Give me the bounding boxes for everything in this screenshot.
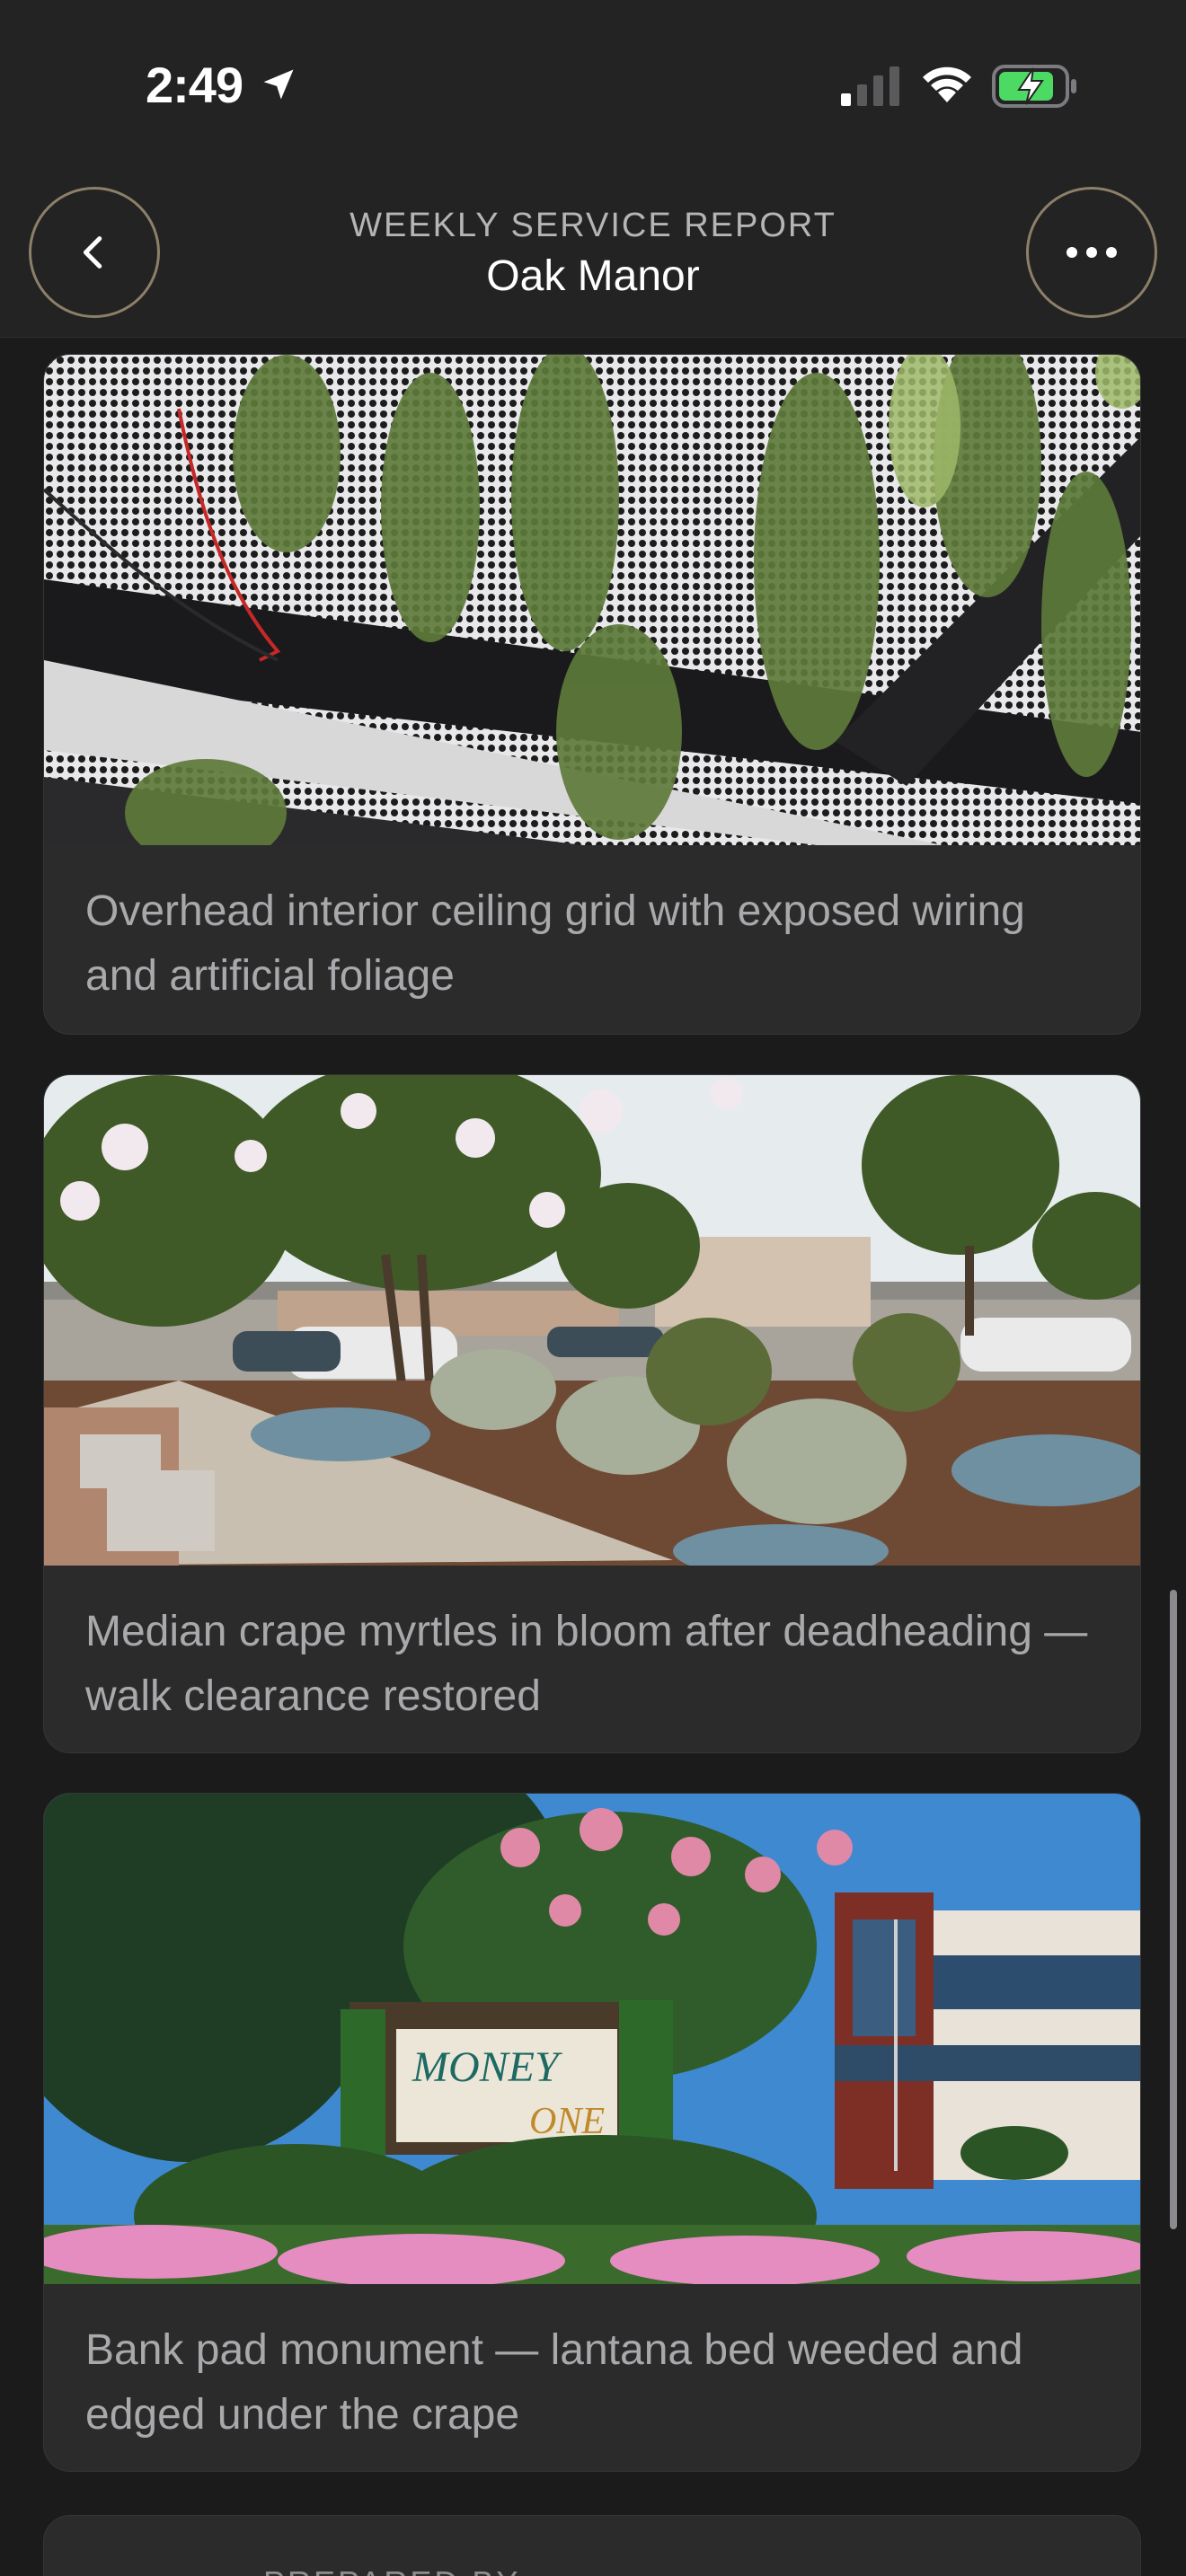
photo-crape-myrtles[interactable] <box>44 1075 1140 1566</box>
report-kicker: WEEKLY SERVICE REPORT <box>350 207 836 244</box>
status-bar: 2:49 <box>0 0 1186 171</box>
more-options-button[interactable] <box>1026 187 1157 318</box>
photo-caption: Bank pad monument — lantana bed weeded a… <box>85 2326 1023 2439</box>
prepared-by-label: PREPARED BY <box>263 2564 520 2576</box>
location-arrow-icon <box>263 69 294 100</box>
status-time: 2:49 <box>146 57 243 113</box>
photo-ceiling-grid[interactable] <box>44 355 1140 845</box>
prepared-by-card: PREPARED BY <box>43 2515 1141 2576</box>
scrollbar[interactable] <box>1170 1590 1177 2229</box>
photo-card[interactable]: MONEY ONE Bank pad monument — lantana be… <box>43 1793 1141 2472</box>
photo-caption: Median crape myrtles in bloom after dead… <box>85 1608 1088 1720</box>
photo-caption: Overhead interior ceiling grid with expo… <box>85 887 1025 1000</box>
page-title: Oak Manor <box>486 252 700 300</box>
photo-bank-monument[interactable]: MONEY ONE <box>44 1794 1140 2284</box>
ellipsis-icon <box>1067 247 1117 258</box>
photo-card[interactable]: Median crape myrtles in bloom after dead… <box>43 1074 1141 1753</box>
battery-charging-icon <box>992 65 1076 108</box>
photo-card[interactable]: Overhead interior ceiling grid with expo… <box>43 354 1141 1035</box>
wifi-icon <box>923 66 971 102</box>
report-header: WEEKLY SERVICE REPORT Oak Manor <box>0 171 1186 338</box>
cellular-signal-icon <box>841 66 899 106</box>
money-one-logo: MONEY <box>412 2043 562 2091</box>
